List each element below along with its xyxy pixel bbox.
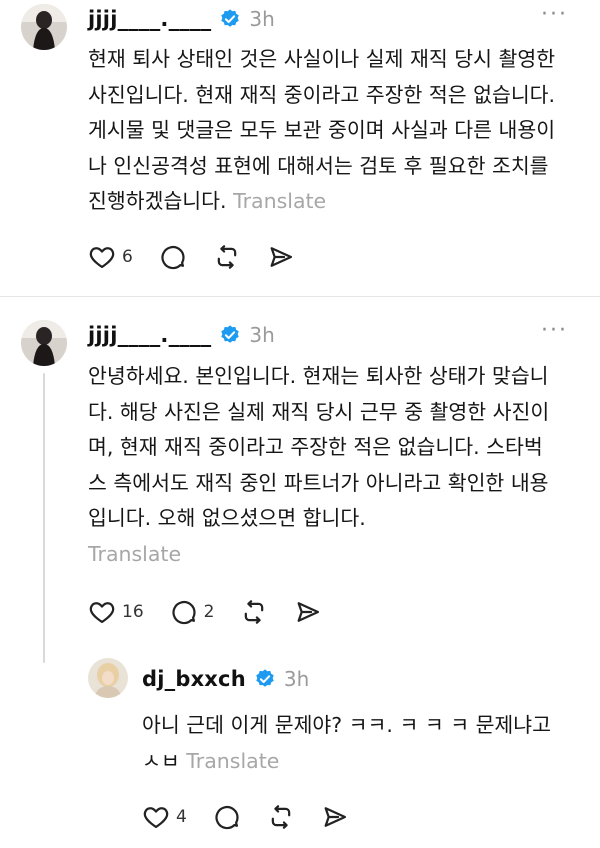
send-icon	[270, 247, 292, 267]
comment-button[interactable]	[159, 243, 187, 271]
post-header: dj_bxxch 3h	[142, 664, 309, 694]
timestamp: 3h	[249, 323, 275, 347]
repost-button[interactable]	[213, 243, 241, 271]
repost-button[interactable]	[267, 803, 295, 831]
username[interactable]: jjjj____.____	[88, 7, 211, 31]
send-icon	[324, 807, 346, 827]
post-body: 안녕하세요. 본인입니다. 현재는 퇴사한 상태가 맞습니다. 해당 사진은 실…	[88, 364, 550, 530]
post: jjjj____.____ 3h ··· 안녕하세요. 본인입니다. 현재는 퇴…	[0, 297, 600, 848]
action-bar: 4	[142, 800, 375, 834]
comment-button[interactable]	[213, 803, 241, 831]
avatar[interactable]	[21, 320, 67, 366]
verified-badge-icon	[221, 9, 240, 27]
like-button[interactable]: 4	[142, 803, 187, 831]
post: jjjj____.____ 3h ··· 현재 퇴사 상태인 것은 사실이나 실…	[0, 0, 600, 296]
thread-line	[43, 373, 45, 663]
username[interactable]: jjjj____.____	[88, 323, 211, 347]
repost-button[interactable]	[240, 598, 268, 626]
more-options-icon[interactable]: ···	[541, 318, 568, 343]
verified-badge-icon	[256, 669, 274, 687]
post-text: 현재 퇴사 상태인 것은 사실이나 실제 재직 당시 촬영한 사진입니다. 현재…	[88, 42, 558, 220]
heart-icon	[89, 602, 115, 624]
more-options-icon[interactable]: ···	[541, 2, 568, 27]
timestamp: 3h	[283, 667, 310, 691]
send-icon	[298, 602, 320, 622]
repost-icon	[217, 245, 237, 269]
post-header: jjjj____.____ 3h	[88, 320, 275, 350]
post-text: 아니 근데 이게 문제야? ㅋㅋ. ㅋ ㅋ ㅋ 문제냐고 ㅅㅂ Translat…	[142, 708, 562, 779]
verified-badge-icon	[221, 325, 240, 343]
action-bar: 16 2	[88, 595, 348, 629]
like-count: 16	[122, 602, 144, 622]
heart-icon	[143, 807, 169, 829]
share-button[interactable]	[321, 803, 349, 831]
repost-icon	[245, 600, 264, 624]
comment-icon	[161, 245, 185, 270]
heart-icon	[89, 247, 115, 269]
like-button[interactable]: 6	[88, 243, 133, 271]
share-button[interactable]	[294, 598, 322, 626]
like-button[interactable]: 16	[88, 598, 144, 626]
post-header: jjjj____.____ 3h	[88, 4, 275, 34]
username[interactable]: dj_bxxch	[142, 667, 246, 691]
comment-count: 2	[203, 602, 215, 622]
avatar[interactable]	[88, 658, 128, 698]
comment-icon	[172, 600, 196, 625]
like-count: 4	[176, 807, 187, 827]
timestamp: 3h	[249, 7, 275, 31]
translate-link[interactable]: Translate	[186, 749, 279, 773]
avatar[interactable]	[21, 4, 67, 50]
comment-button[interactable]: 2	[170, 598, 215, 626]
share-button[interactable]	[267, 243, 295, 271]
translate-link[interactable]: Translate	[88, 537, 558, 573]
repost-icon	[271, 805, 291, 829]
action-bar: 6	[88, 240, 321, 274]
post-text: 안녕하세요. 본인입니다. 현재는 퇴사한 상태가 맞습니다. 해당 사진은 실…	[88, 359, 558, 572]
translate-link[interactable]: Translate	[233, 189, 326, 213]
like-count: 6	[122, 247, 133, 267]
comment-icon	[215, 805, 239, 830]
